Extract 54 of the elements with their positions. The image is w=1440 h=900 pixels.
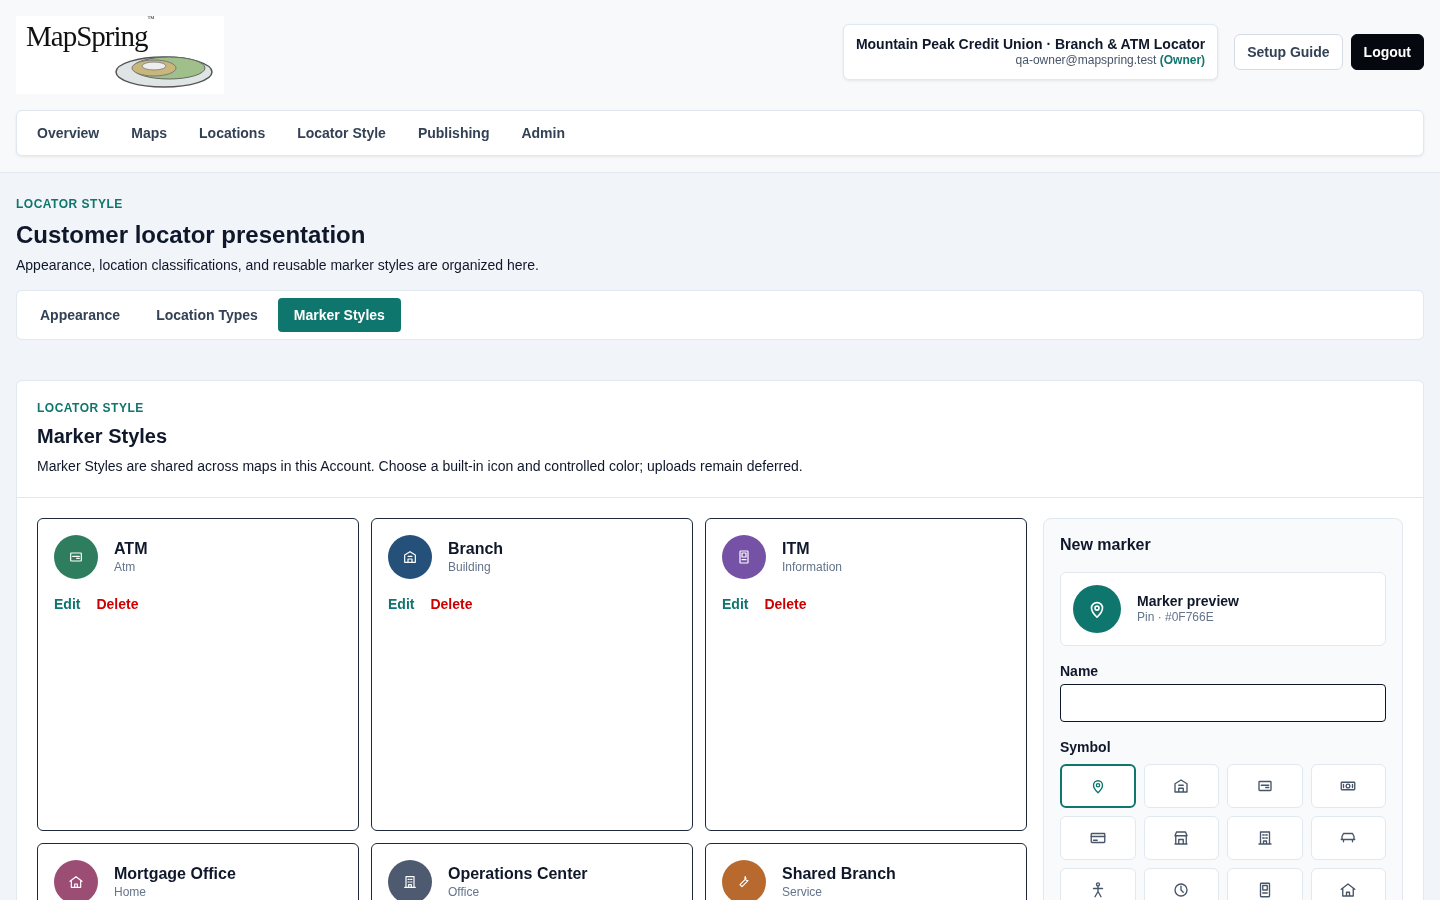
nav-link[interactable]: Overview	[21, 117, 116, 149]
page-title: Customer locator presentation	[16, 219, 367, 250]
home-icon	[68, 873, 84, 890]
building-icon	[402, 548, 418, 565]
marker-name: Operations Center	[448, 863, 588, 884]
marker-name: Mortgage Office	[114, 863, 236, 884]
account-title: Mountain Peak Credit Union · Branch & ATM Locator	[855, 35, 1206, 54]
wrench-icon	[736, 873, 752, 890]
preview-detail: Pin · #0F766E	[1137, 610, 1215, 626]
account-email: qa-owner@mapspring.test (Owner)	[1014, 53, 1206, 69]
office-icon	[402, 873, 418, 890]
marker-name: Shared Branch	[782, 863, 896, 884]
nav-link[interactable]: Locations	[183, 117, 282, 149]
section-description: Marker Styles are shared across maps in this Account. Choose a built-in icon and controlled color; uploads remain deferred.	[37, 456, 804, 475]
preview-title: Marker preview	[1137, 591, 1239, 611]
marker-type: Office	[448, 884, 481, 900]
marker-name: Branch	[448, 538, 504, 559]
tab[interactable]: Appearance	[24, 297, 137, 333]
page-subtitle: Appearance, location classifications, and reusable marker styles are organized here.	[16, 255, 540, 274]
nav-link[interactable]: Locator Style	[281, 117, 402, 149]
setup-guide-button[interactable]: Setup Guide	[1234, 33, 1343, 70]
marker-type: Building	[448, 559, 492, 576]
marker-type: Atm	[114, 559, 137, 576]
name-input-field[interactable]	[1060, 683, 1386, 722]
nav-link[interactable]: Publishing	[401, 117, 506, 149]
eyebrow: LOCATOR STYLE	[37, 401, 145, 417]
office-icon	[1255, 829, 1274, 848]
building-icon	[1172, 777, 1191, 796]
marker-type: Service	[782, 884, 823, 900]
edit-link[interactable]: Edit	[54, 594, 81, 614]
marker-name: ITM	[782, 538, 811, 559]
nav-link[interactable]: Maps	[115, 117, 184, 149]
tab[interactable]: Marker Styles	[277, 297, 401, 333]
kiosk-icon	[736, 548, 752, 565]
store-icon	[1172, 829, 1191, 848]
tab[interactable]: Location Types	[140, 297, 274, 333]
delete-link[interactable]: Delete	[96, 594, 139, 614]
section-title: Marker Styles	[37, 423, 169, 449]
marker-name: ATM	[114, 538, 148, 559]
clock-icon	[1172, 881, 1191, 900]
panel-title: New marker	[1060, 534, 1152, 555]
marker-type: Information	[782, 559, 843, 576]
delete-link[interactable]: Delete	[430, 594, 473, 614]
delete-link[interactable]: Delete	[764, 594, 807, 614]
edit-link[interactable]: Edit	[722, 594, 749, 614]
field-label: Symbol	[1060, 737, 1112, 757]
symbol-option[interactable]	[1060, 764, 1136, 809]
field-label: Name	[1060, 661, 1100, 680]
nav-link[interactable]: Admin	[505, 117, 581, 149]
eyebrow: LOCATOR STYLE	[16, 197, 124, 213]
marker-type: Home	[114, 884, 147, 900]
logout-button[interactable]: Logout	[1350, 33, 1424, 70]
edit-link[interactable]: Edit	[388, 594, 415, 614]
home-icon	[1339, 881, 1358, 900]
